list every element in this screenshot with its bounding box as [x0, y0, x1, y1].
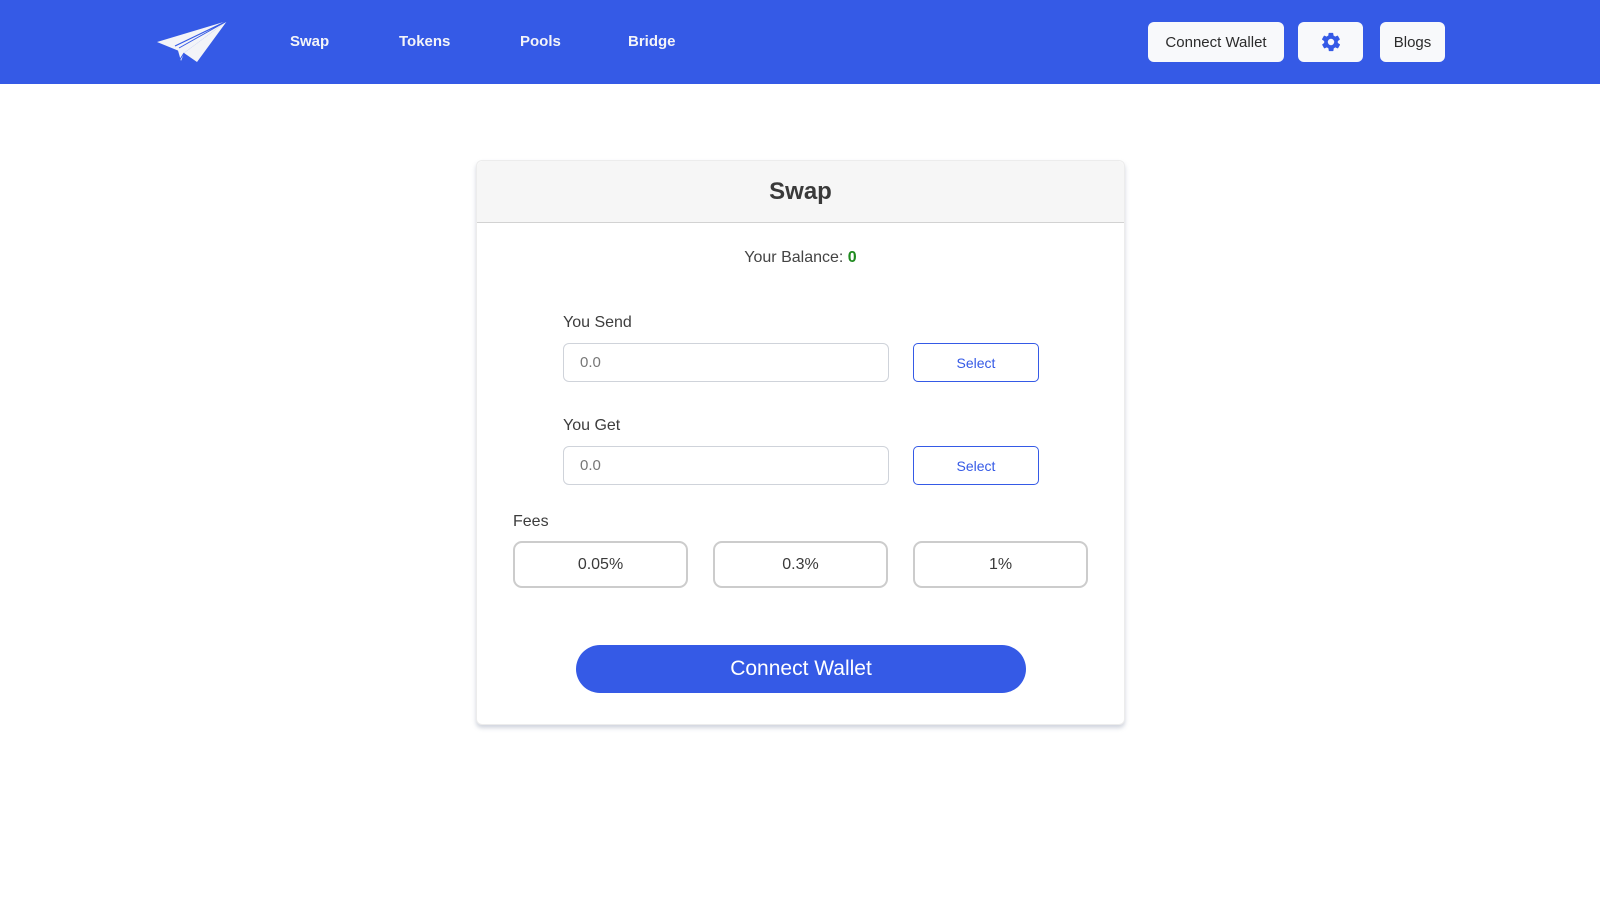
you-get-label: You Get	[563, 417, 621, 434]
gear-icon	[1321, 32, 1340, 52]
blogs-button[interactable]: Blogs	[1380, 22, 1445, 62]
connect-wallet-nav-button[interactable]: Connect Wallet	[1148, 22, 1284, 62]
nav-link-tokens[interactable]: Tokens	[399, 31, 450, 53]
top-navbar: Swap Tokens Pools Bridge Connect Wallet …	[0, 0, 1600, 84]
connect-wallet-main-button[interactable]: Connect Wallet	[576, 645, 1026, 693]
you-send-label: You Send	[563, 314, 632, 331]
nav-link-bridge[interactable]: Bridge	[628, 31, 676, 53]
nav-link-pools[interactable]: Pools	[520, 31, 561, 53]
balance-display: Your Balance: 0	[477, 249, 1124, 267]
fee-option-1[interactable]: 1%	[913, 541, 1088, 588]
swap-card: Swap Your Balance: 0 You Send Select You…	[476, 160, 1125, 725]
fee-option-0-3[interactable]: 0.3%	[713, 541, 888, 588]
nav-link-swap[interactable]: Swap	[290, 31, 329, 53]
send-token-select-button[interactable]: Select	[913, 343, 1039, 382]
send-amount-input[interactable]	[563, 343, 889, 382]
fees-label: Fees	[513, 513, 549, 530]
paper-plane-icon[interactable]	[157, 21, 229, 63]
balance-value: 0	[847, 249, 857, 266]
fee-option-0-05[interactable]: 0.05%	[513, 541, 688, 588]
swap-title: Swap	[769, 177, 832, 205]
swap-card-header: Swap	[477, 161, 1124, 223]
get-token-select-button[interactable]: Select	[913, 446, 1039, 485]
settings-button[interactable]	[1298, 22, 1363, 62]
balance-label: Your Balance:	[744, 249, 844, 266]
get-amount-input[interactable]	[563, 446, 889, 485]
